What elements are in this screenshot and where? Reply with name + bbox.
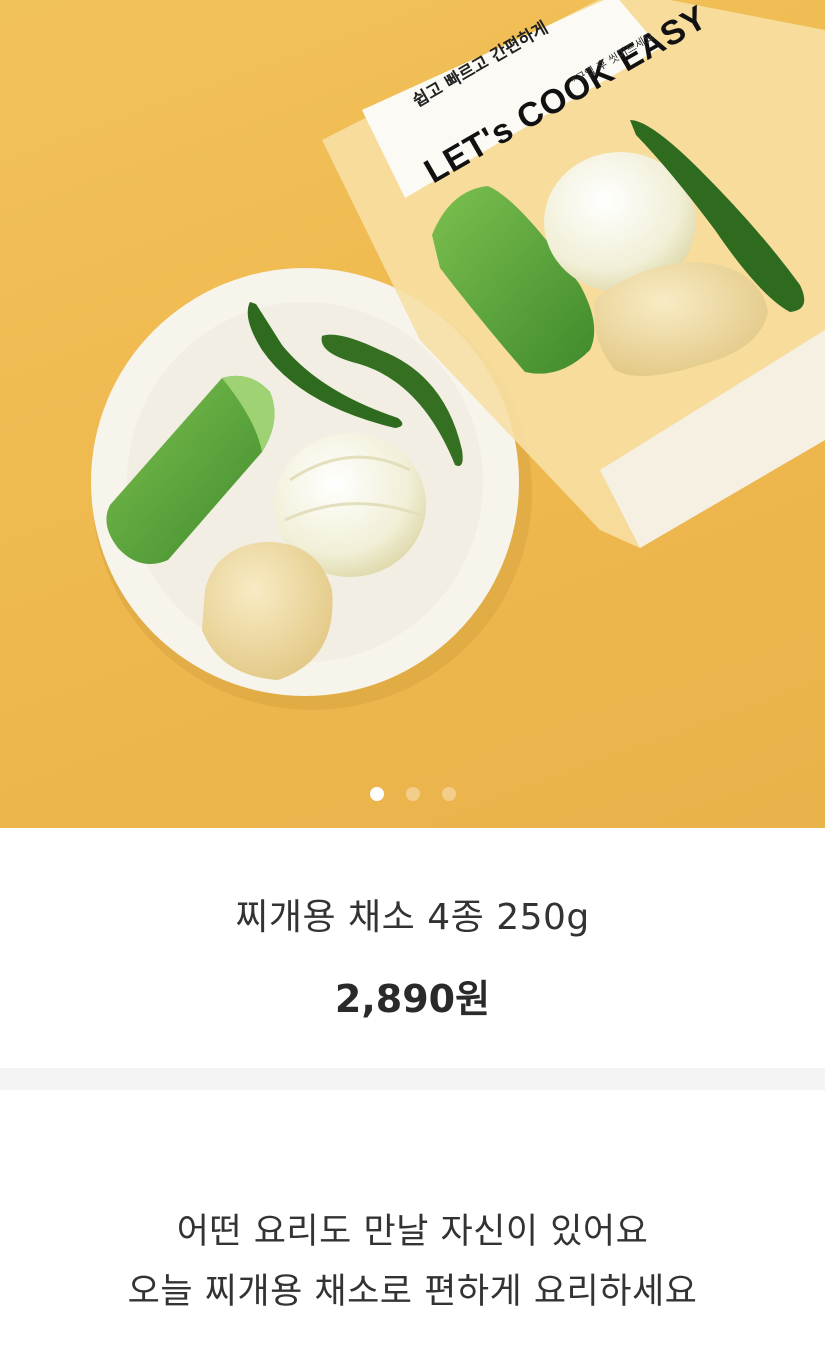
product-photo [91, 0, 825, 710]
product-name: 찌개용 채소 4종 250g [235, 897, 590, 938]
carousel-indicators [0, 787, 825, 801]
product-description: 어떤 요리도 만날 자신이 있어요 오늘 찌개용 채소로 편하게 요리하세요 [0, 1090, 825, 1322]
carousel-dot-1[interactable] [369, 787, 384, 801]
carousel-dot-2[interactable] [405, 787, 420, 801]
product-price: 2,890원 [334, 977, 491, 1021]
section-divider [0, 1068, 825, 1090]
description-line-1: 어떤 요리도 만날 자신이 있어요 [176, 1212, 649, 1252]
product-info: 찌개용 채소 4종 250g 2,890원 [0, 828, 825, 1068]
carousel-dot-3[interactable] [441, 787, 456, 801]
product-image-carousel[interactable]: 쉽고 빠르고 간편하게 LET's COOK EASY *구입 후 씻어드세요 [0, 0, 825, 828]
description-line-2: 오늘 찌개용 채소로 편하게 요리하세요 [127, 1272, 698, 1312]
